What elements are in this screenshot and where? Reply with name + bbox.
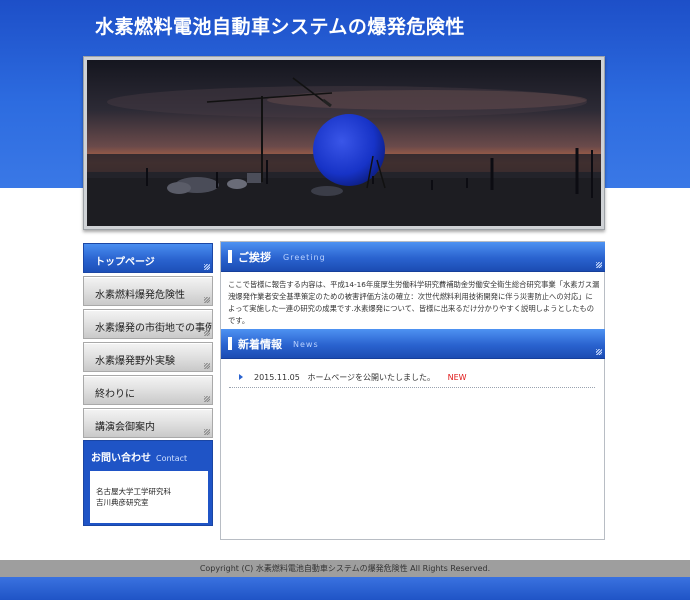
main-content: ご挨拶 Greeting ここで皆様に報告する内容は、平成14-16年度厚生労働…: [220, 241, 605, 540]
news-list: 2015.11.05 ホームページを公開いたしました。 NEW: [229, 363, 595, 388]
footer-bar: [0, 577, 690, 600]
heading-bar-icon: [228, 250, 232, 263]
nav-item-label: 水素爆発野外実験: [95, 356, 175, 367]
contact-box: お問い合わせ Contact 名古屋大学工学研究科 吉川典彦研究室: [83, 440, 213, 526]
grip-icon: [204, 297, 210, 303]
contact-body: 名古屋大学工学研究科 吉川典彦研究室: [90, 471, 208, 523]
photo-icon: [87, 60, 601, 226]
contact-title: お問い合わせ: [91, 453, 151, 464]
grip-icon: [596, 262, 602, 268]
grip-icon: [204, 264, 210, 270]
news-title-en: News: [293, 340, 319, 349]
contact-line: 吉川典彦研究室: [96, 498, 149, 507]
contact-title-en: Contact: [156, 454, 188, 463]
nav-item-label: 水素燃料爆発危険性: [95, 290, 185, 301]
grip-icon: [596, 349, 602, 355]
arrow-right-icon: [239, 374, 243, 380]
nav-item-conclusion[interactable]: 終わりに: [83, 375, 213, 405]
hero-frame: [83, 56, 605, 230]
nav-item-label: 水素爆発の市街地での事例: [95, 323, 213, 334]
greeting-text: ここで皆様に報告する内容は、平成14-16年度厚生労働科学研究費補助金労働安全衛…: [228, 280, 600, 325]
greeting-title: ご挨拶: [238, 251, 271, 264]
nav-item-top-page[interactable]: トップページ: [83, 243, 213, 273]
greeting-title-en: Greeting: [283, 253, 326, 262]
site-title[interactable]: 水素燃料電池自動車システムの爆発危険性: [95, 12, 465, 39]
hero-image: [87, 60, 601, 226]
nav-item-hydrogen-fuel-explosion-risk[interactable]: 水素燃料爆発危険性: [83, 276, 213, 306]
copyright-text: Copyright (C) 水素燃料電池自動車システムの爆発危険性 All Ri…: [199, 564, 491, 573]
grip-icon: [204, 429, 210, 435]
nav-item-field-experiment[interactable]: 水素爆発野外実験: [83, 342, 213, 372]
nav-item-label: トップページ: [95, 257, 155, 268]
nav-item-label: 講演会御案内: [95, 422, 155, 433]
grip-icon: [204, 330, 210, 336]
news-item[interactable]: 2015.11.05 ホームページを公開いたしました。 NEW: [229, 363, 595, 388]
sidebar-nav: トップページ 水素燃料爆発危険性 水素爆発の市街地での事例 水素爆発野外実験 終…: [83, 243, 213, 441]
nav-item-label: 終わりに: [95, 389, 135, 400]
news-header: 新着情報 News: [221, 329, 605, 359]
greeting-header: ご挨拶 Greeting: [221, 242, 605, 272]
nav-item-urban-cases[interactable]: 水素爆発の市街地での事例: [83, 309, 213, 339]
footer: Copyright (C) 水素燃料電池自動車システムの爆発危険性 All Ri…: [0, 560, 690, 577]
news-date: 2015.11.05: [254, 373, 300, 382]
contact-line: 名古屋大学工学研究科: [96, 487, 171, 496]
heading-bar-icon: [228, 337, 232, 350]
contact-heading: お問い合わせ Contact: [91, 449, 187, 464]
grip-icon: [204, 363, 210, 369]
news-title: 新着情報: [238, 338, 282, 351]
grip-icon: [204, 396, 210, 402]
news-text: ホームページを公開いたしました。: [307, 373, 436, 382]
nav-item-lecture-info[interactable]: 講演会御案内: [83, 408, 213, 438]
new-badge: NEW: [447, 373, 467, 382]
